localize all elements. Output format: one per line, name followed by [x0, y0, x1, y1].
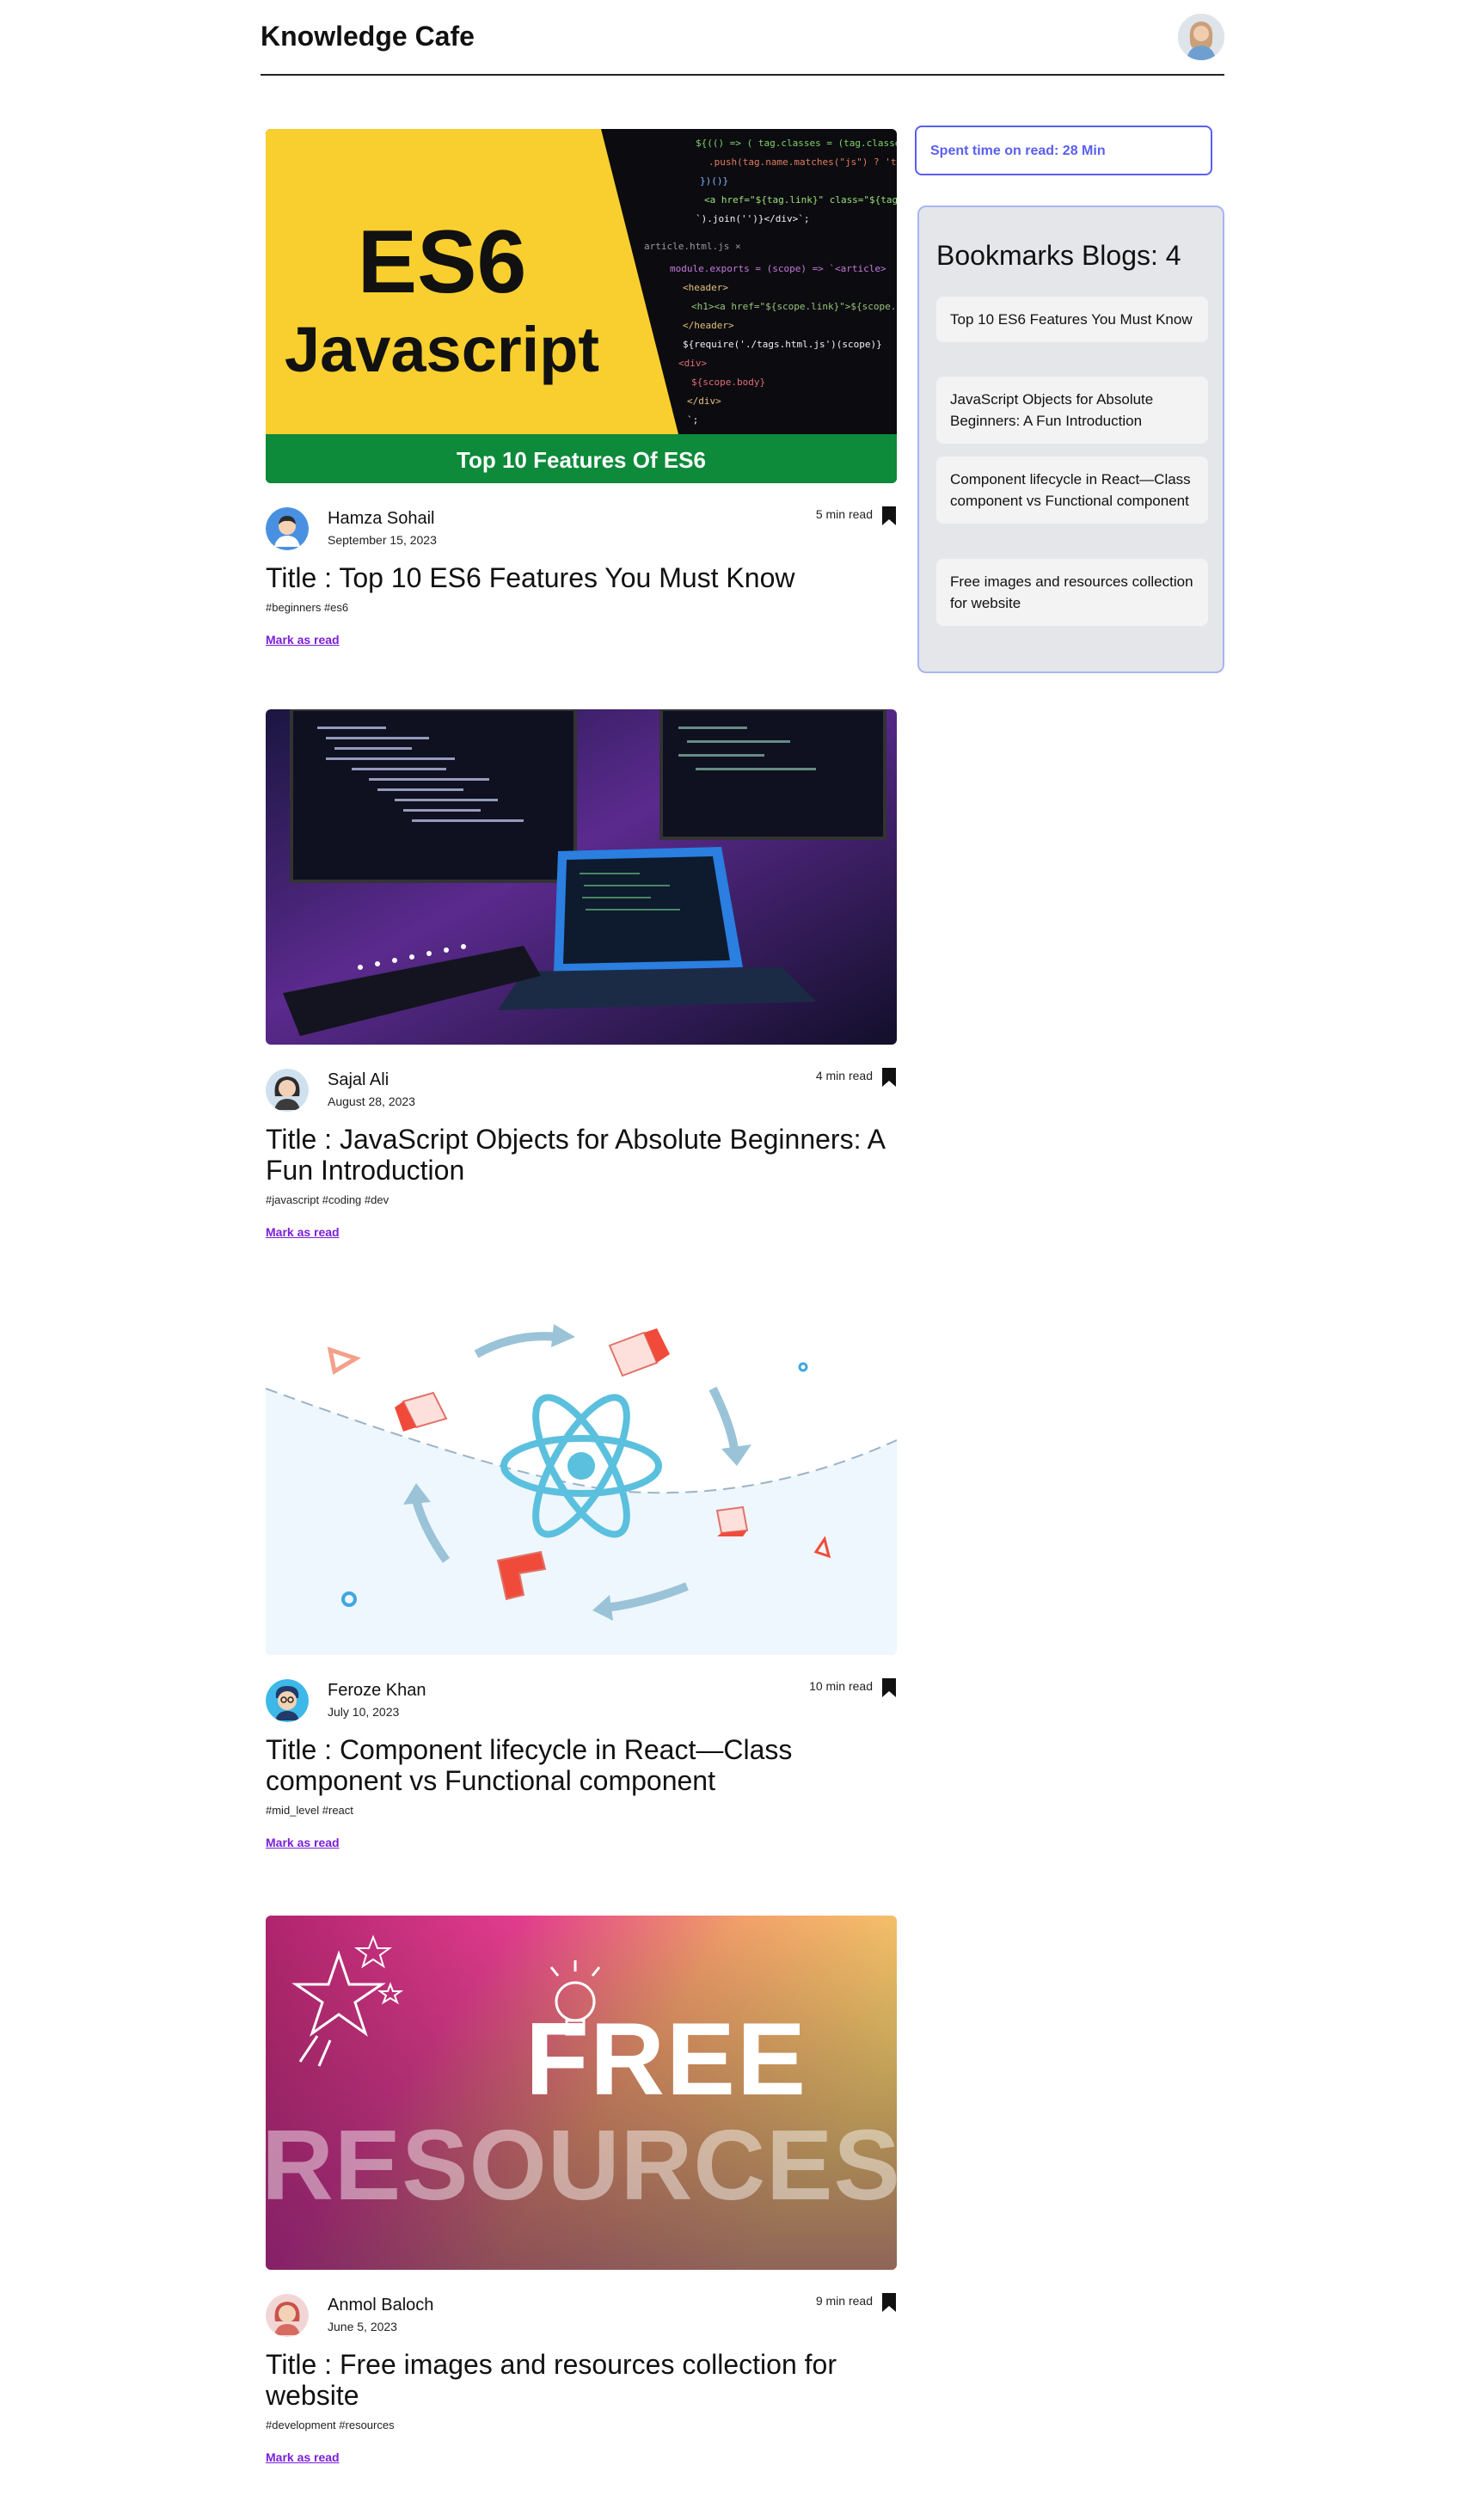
svg-text:Top 10 Features Of ES6: Top 10 Features Of ES6 — [457, 447, 706, 473]
author-avatar-icon — [266, 507, 309, 550]
spent-time-box: Spent time on read: 28 Min — [915, 126, 1212, 175]
blog-cover-image: ${(() => ( tag.classes = (tag.classes .p… — [266, 129, 897, 483]
author-name: Sajal Ali — [328, 1070, 390, 1089]
site-header: Knowledge Cafe — [261, 0, 1224, 76]
bookmark-item[interactable]: Top 10 ES6 Features You Must Know — [936, 297, 1208, 342]
svg-text:`).join('')}</div>`;: `).join('')}</div>`; — [696, 213, 809, 224]
bookmark-icon[interactable] — [881, 1677, 897, 1698]
mark-as-read-link[interactable]: Mark as read — [266, 633, 340, 647]
blog-cover-image: FREE RESOURCES — [266, 1916, 897, 2270]
blog-hashtags: #mid_level #react — [266, 1804, 353, 1817]
svg-text:${(() => ( tag.classes = (tag.: ${(() => ( tag.classes = (tag.classes — [696, 138, 897, 149]
read-time: 4 min read — [815, 1069, 873, 1082]
author-avatar-icon — [266, 1069, 309, 1112]
svg-text:RESOURCES: RESOURCES — [266, 2109, 897, 2221]
read-time: 9 min read — [815, 2294, 873, 2308]
read-time: 5 min read — [815, 507, 873, 521]
blog-card: FREE RESOURCES Anmol Baloch June 5, 2023… — [266, 1916, 897, 2466]
author-row: Anmol Baloch June 5, 2023 9 min read — [266, 2292, 897, 2340]
blog-hashtags: #javascript #coding #dev — [266, 1193, 390, 1206]
svg-text:.push(tag.name.matches("js") ?: .push(tag.name.matches("js") ? 'ta — [708, 156, 897, 168]
svg-text:article.html.js ×: article.html.js × — [644, 241, 741, 252]
publish-date: June 5, 2023 — [328, 2320, 397, 2333]
publish-date: August 28, 2023 — [328, 1094, 415, 1108]
blog-card: Feroze Khan July 10, 2023 10 min read Ti… — [266, 1311, 897, 1851]
mark-as-read-link[interactable]: Mark as read — [266, 1836, 340, 1849]
svg-text:Javascript: Javascript — [285, 314, 599, 385]
author-name: Feroze Khan — [328, 1681, 426, 1700]
blog-title: Title : Component lifecycle in React—Cla… — [266, 1734, 793, 1796]
blog-title: Title : Top 10 ES6 Features You Must Kno… — [266, 562, 795, 593]
blog-hashtags: #beginners #es6 — [266, 601, 349, 614]
svg-text:${require('./tags.html.js')(sc: ${require('./tags.html.js')(scope)} — [683, 339, 882, 350]
blog-hashtags: #development #resources — [266, 2419, 395, 2431]
bookmark-item[interactable]: Component lifecycle in React—Class compo… — [936, 457, 1208, 524]
author-row: Hamza Sohail September 15, 2023 5 min re… — [266, 506, 897, 554]
blog-cover-image — [266, 709, 897, 1045]
bookmark-item[interactable]: Free images and resources collection for… — [936, 559, 1208, 626]
blog-card: ${(() => ( tag.classes = (tag.classes .p… — [266, 129, 897, 648]
bookmarks-panel: Bookmarks Blogs: 4 Top 10 ES6 Features Y… — [917, 205, 1224, 673]
read-time: 10 min read — [809, 1679, 873, 1693]
mark-as-read-link[interactable]: Mark as read — [266, 2450, 340, 2464]
bookmark-item[interactable]: JavaScript Objects for Absolute Beginner… — [936, 377, 1208, 444]
svg-text:<div>: <div> — [678, 358, 707, 369]
svg-text:FREE: FREE — [525, 2002, 807, 2117]
bookmark-icon[interactable] — [881, 506, 897, 526]
svg-text:`;: `; — [687, 414, 698, 426]
publish-date: September 15, 2023 — [328, 533, 437, 547]
blog-title: Title : JavaScript Objects for Absolute … — [266, 1124, 885, 1186]
blog-card: Sajal Ali August 28, 2023 4 min read Tit… — [266, 709, 897, 1241]
bookmarks-heading: Bookmarks Blogs: 4 — [936, 240, 1181, 271]
svg-text:</header>: </header> — [683, 320, 734, 331]
svg-text:<header>: <header> — [683, 282, 728, 293]
svg-text:})()}: })()} — [700, 175, 728, 187]
author-row: Sajal Ali August 28, 2023 4 min read — [266, 1067, 897, 1115]
author-name: Anmol Baloch — [328, 2296, 434, 2315]
mark-as-read-link[interactable]: Mark as read — [266, 1225, 340, 1239]
author-avatar-icon — [266, 1679, 309, 1722]
author-avatar-icon — [266, 2294, 309, 2337]
svg-text:${scope.body}: ${scope.body} — [691, 377, 765, 388]
svg-text:<h1><a href="${scope.link}">${: <h1><a href="${scope.link}">${scope.ti — [691, 301, 897, 312]
svg-text:</div>: </div> — [687, 395, 721, 407]
user-avatar-icon[interactable] — [1178, 14, 1224, 60]
spent-time-text: Spent time on read: 28 Min — [930, 144, 1106, 158]
author-row: Feroze Khan July 10, 2023 10 min read — [266, 1677, 897, 1726]
author-name: Hamza Sohail — [328, 509, 435, 528]
svg-text:module.exports = (scope) => `<: module.exports = (scope) => `<article> — [670, 263, 886, 274]
publish-date: July 10, 2023 — [328, 1705, 400, 1719]
blog-cover-image — [266, 1311, 897, 1655]
svg-text:ES6: ES6 — [358, 212, 527, 312]
blog-title: Title : Free images and resources collec… — [266, 2349, 837, 2411]
site-logo[interactable]: Knowledge Cafe — [261, 21, 475, 52]
bookmark-icon[interactable] — [881, 2292, 897, 2313]
svg-text:<a href="${tag.link}" class="$: <a href="${tag.link}" class="${tag.cl — [704, 194, 897, 205]
bookmark-icon[interactable] — [881, 1067, 897, 1088]
